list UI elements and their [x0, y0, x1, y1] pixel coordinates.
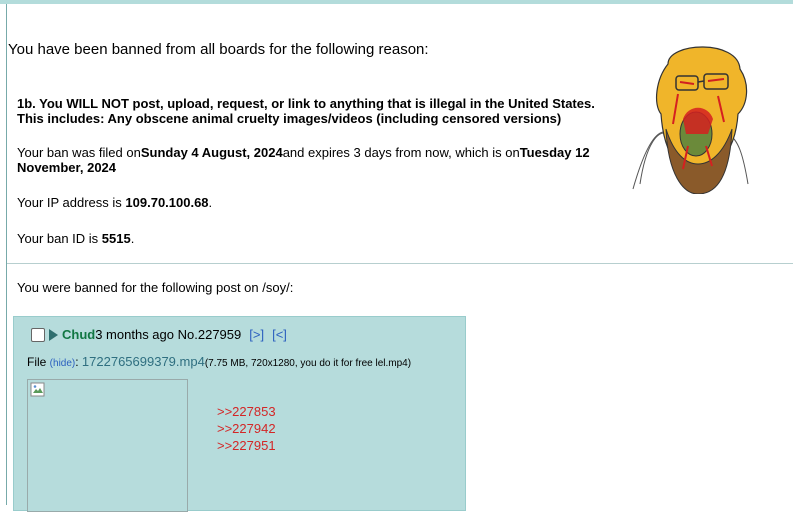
ban-reason: 1b. You WILL NOT post, upload, request, … — [17, 96, 637, 126]
ban-reason-detail: This includes: Any obscene animal cruelt… — [17, 111, 562, 126]
file-label: File — [27, 355, 50, 369]
reply-link[interactable]: >>227942 — [217, 420, 276, 437]
ban-dates: Your ban was filed onSunday 4 August, 20… — [17, 145, 627, 175]
file-info: File (hide): 1722765699379.mp4(7.75 MB, … — [27, 354, 411, 369]
nav-prev-link[interactable]: [<] — [272, 327, 287, 342]
poster-name: Chud — [62, 327, 96, 342]
filed-middle: and expires 3 days from now, which is on — [282, 145, 520, 160]
banid-suffix: . — [130, 231, 135, 246]
divider — [7, 263, 793, 264]
soyjak-avatar-image — [632, 46, 749, 194]
post-number[interactable]: No.227959 — [178, 327, 242, 342]
ban-headline: You have been banned from all boards for… — [8, 41, 429, 58]
hide-link[interactable]: (hide) — [50, 358, 76, 369]
ip-suffix: . — [208, 195, 213, 210]
ban-id: 5515 — [101, 231, 131, 246]
reply-links: >>227853 >>227942 >>227951 — [217, 403, 276, 454]
reply-link[interactable]: >>227951 — [217, 437, 276, 454]
file-colon: : — [75, 355, 82, 369]
post-checkbox[interactable] — [31, 327, 45, 342]
ip-address: 109.70.100.68 — [125, 195, 209, 210]
post-menu-triangle-icon[interactable] — [49, 328, 58, 341]
ip-prefix: Your IP address is — [17, 195, 126, 210]
file-meta: (7.75 MB, 720x1280, you do it for free l… — [204, 358, 412, 369]
broken-image-icon — [30, 382, 45, 397]
filed-prefix: Your ban was filed on — [17, 145, 141, 160]
banned-post: Chud3 months ago No.227959 [>] [<] File … — [13, 316, 466, 512]
banid-prefix: Your ban ID is — [17, 231, 102, 246]
post-intro: You were banned for the following post o… — [17, 280, 294, 295]
nav-next-link[interactable]: [>] — [249, 327, 264, 342]
post-time: 3 months ago — [95, 327, 174, 342]
filed-date: Sunday 4 August, 2024 — [140, 145, 283, 160]
ban-reason-rule: 1b. You WILL NOT post, upload, request, … — [17, 96, 595, 111]
ip-line: Your IP address is 109.70.100.68. — [17, 195, 212, 210]
post-header: Chud3 months ago No.227959 [>] [<] — [31, 327, 287, 342]
reply-link[interactable]: >>227853 — [217, 403, 276, 420]
file-name-link[interactable]: 1722765699379.mp4 — [82, 354, 205, 369]
banid-line: Your ban ID is 5515. — [17, 231, 134, 246]
file-thumbnail[interactable] — [27, 379, 188, 512]
